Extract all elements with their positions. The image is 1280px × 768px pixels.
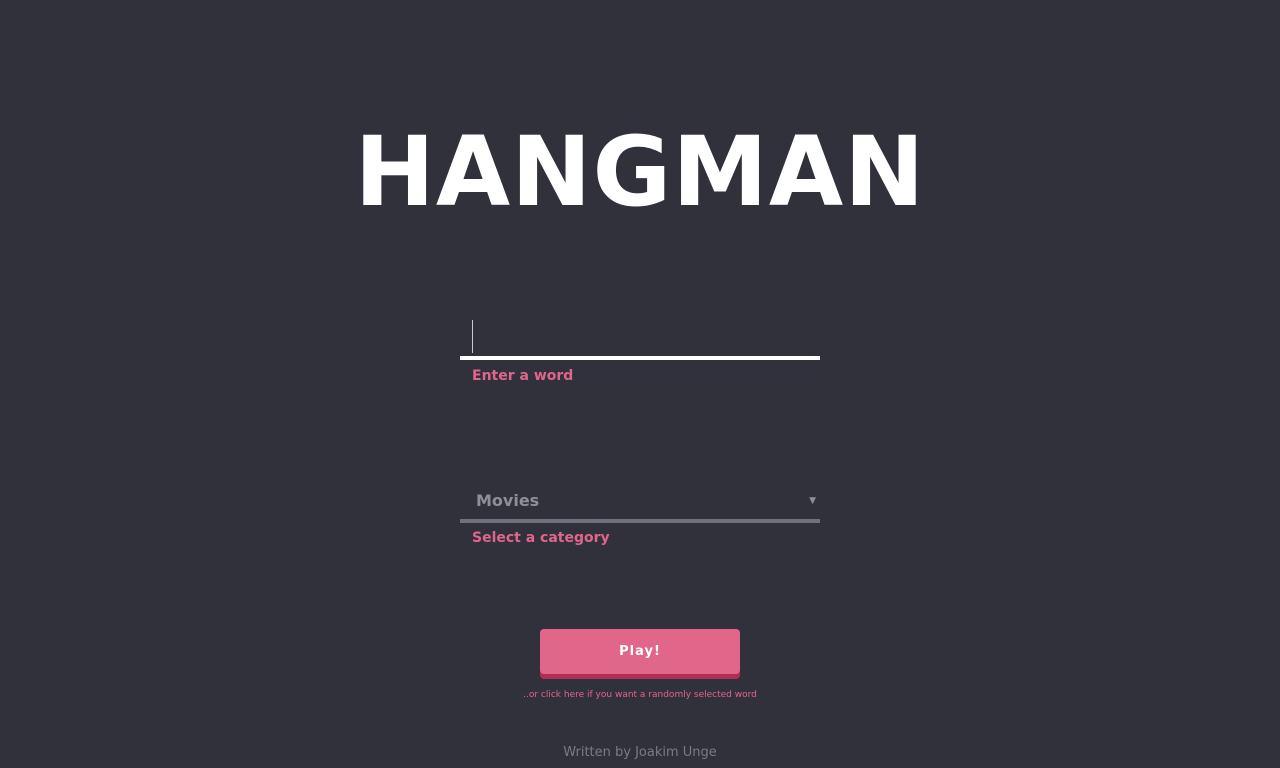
word-input[interactable]	[460, 314, 820, 360]
category-select[interactable]: Movies ▼	[460, 484, 820, 523]
category-select-label: Select a category	[472, 530, 610, 546]
word-input-label: Enter a word	[472, 368, 574, 384]
caret-down-icon: ▼	[809, 496, 816, 506]
footer-credit: Written by Joakim Unge	[563, 745, 717, 760]
random-word-link[interactable]: ..or click here if you want a randomly s…	[0, 688, 1280, 702]
page-title: HANGMAN	[354, 116, 926, 228]
category-select-value: Movies	[476, 491, 540, 510]
play-button[interactable]: Play!	[540, 629, 740, 674]
hangman-page: HANGMAN Enter a word Movies ▼ Select a c…	[0, 0, 1280, 768]
text-caret	[472, 320, 473, 353]
